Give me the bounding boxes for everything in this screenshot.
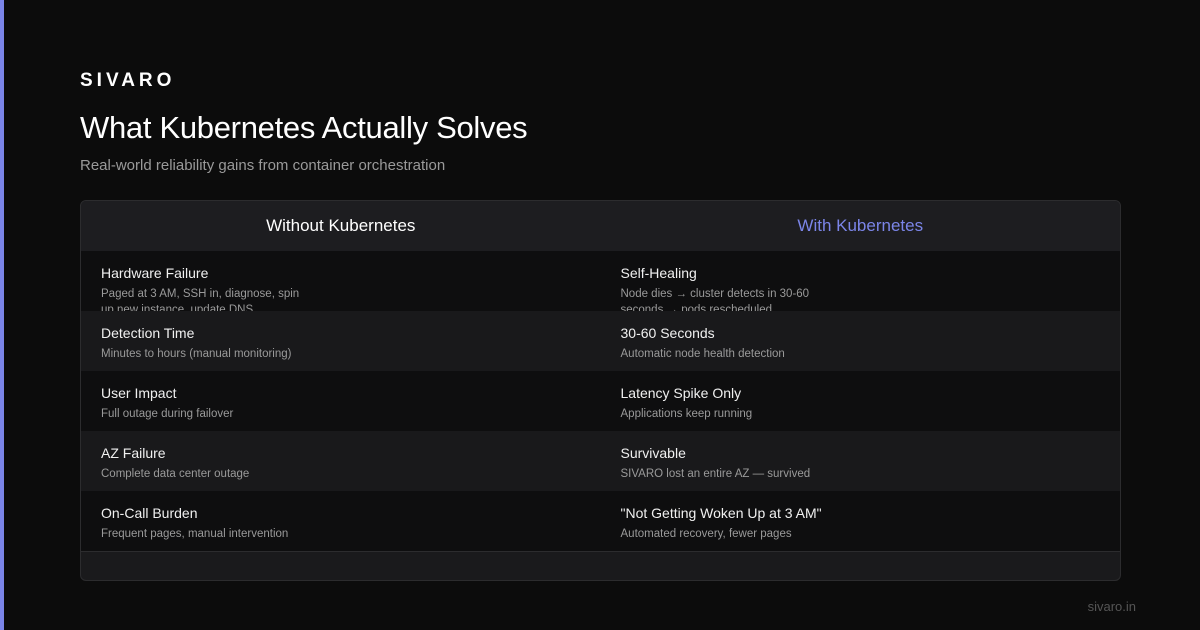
row-description: SIVARO lost an entire AZ — survived (620, 468, 811, 480)
table-row: Hardware Failure Paged at 3 AM, SSH in, … (81, 251, 1120, 311)
cell-with: 30-60 Seconds Automatic node health dete… (601, 311, 1121, 371)
row-label: Detection Time (101, 325, 195, 341)
row-label: Survivable (620, 445, 686, 461)
cell-with: Survivable SIVARO lost an entire AZ — su… (601, 431, 1121, 491)
row-description: Complete data center outage (101, 468, 250, 480)
row-label: Hardware Failure (101, 265, 209, 281)
row-description: Full outage during failover (101, 408, 234, 420)
comparison-table: Without Kubernetes With Kubernetes Hardw… (80, 200, 1121, 581)
row-label: User Impact (101, 385, 177, 401)
brand-logo: SIVARO (80, 70, 176, 91)
accent-bar (0, 0, 4, 630)
row-description: Node dies → cluster detects in 30-60 sec… (620, 288, 810, 311)
cell-without: Detection Time Minutes to hours (manual … (81, 311, 601, 371)
cell-with: "Not Getting Woken Up at 3 AM" Automated… (601, 491, 1121, 551)
table-row: Detection Time Minutes to hours (manual … (81, 311, 1120, 371)
cell-with: Self-Healing Node dies → cluster detects… (601, 251, 1121, 311)
row-description: Minutes to hours (manual monitoring) (101, 348, 292, 360)
row-label: "Not Getting Woken Up at 3 AM" (620, 505, 822, 521)
table-divider (81, 551, 1120, 552)
page-subtitle: Real-world reliability gains from contai… (80, 157, 446, 174)
row-label: AZ Failure (101, 445, 166, 461)
header-with-kubernetes: With Kubernetes (797, 216, 924, 235)
row-description: Automated recovery, fewer pages (620, 528, 792, 540)
footer-url: sivaro.in (1087, 599, 1136, 614)
row-description: Applications keep running (620, 408, 753, 420)
row-label: Latency Spike Only (620, 385, 742, 401)
table-header: Without Kubernetes With Kubernetes (81, 201, 1120, 251)
table-row: User Impact Full outage during failover … (81, 371, 1120, 431)
table-row: AZ Failure Complete data center outage S… (81, 431, 1120, 491)
cell-without: AZ Failure Complete data center outage (81, 431, 601, 491)
row-description: Automatic node health detection (620, 348, 785, 360)
cell-without: User Impact Full outage during failover (81, 371, 601, 431)
row-description: Frequent pages, manual intervention (101, 528, 289, 540)
row-label: 30-60 Seconds (620, 325, 715, 341)
cell-without: Hardware Failure Paged at 3 AM, SSH in, … (81, 251, 601, 311)
row-description: Paged at 3 AM, SSH in, diagnose, spin up… (101, 288, 300, 311)
row-label: On-Call Burden (101, 505, 198, 521)
row-label: Self-Healing (620, 265, 697, 281)
cell-without: On-Call Burden Frequent pages, manual in… (81, 491, 601, 551)
cell-with: Latency Spike Only Applications keep run… (601, 371, 1121, 431)
header-without-kubernetes: Without Kubernetes (266, 216, 416, 235)
page-title: What Kubernetes Actually Solves (80, 110, 528, 145)
table-row: On-Call Burden Frequent pages, manual in… (81, 491, 1120, 551)
